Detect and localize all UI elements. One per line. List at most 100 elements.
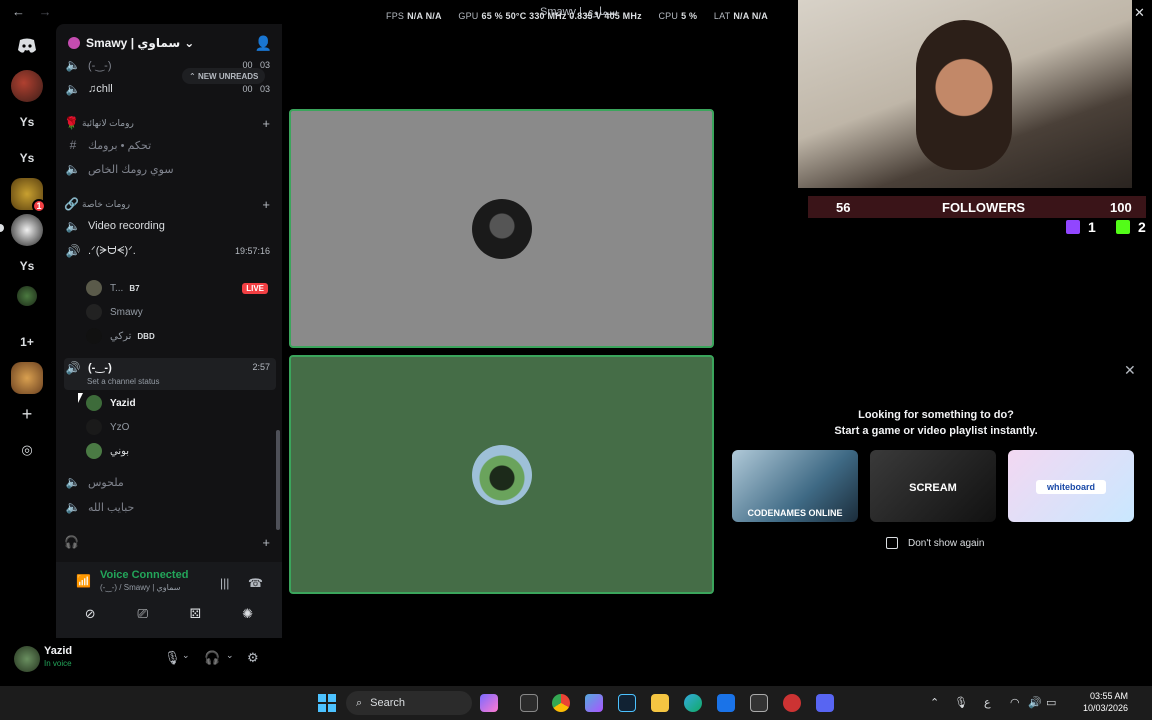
speaker-icon: 🔈 — [65, 82, 81, 96]
voice-user[interactable]: Smawy — [86, 301, 272, 323]
mention-badge: 1 — [32, 199, 46, 213]
voice-actions: ⊘ ⎚ ⚄ ✺ — [64, 602, 274, 628]
avatar — [86, 395, 102, 411]
taskbar-search[interactable]: ⌕ Search — [346, 691, 472, 715]
add-server-icon[interactable]: + — [11, 398, 43, 430]
voice-user-self[interactable]: Yazid — [86, 392, 272, 414]
sidebar-scrollbar[interactable] — [276, 430, 280, 530]
rose-icon: 🌹 — [64, 116, 79, 130]
discord-home-icon[interactable] — [11, 30, 43, 62]
link-icon: 🔗 — [64, 197, 79, 211]
language-indicator[interactable]: ع — [984, 696, 991, 709]
activities-icon[interactable]: ⚄ — [172, 602, 218, 626]
vscode-icon[interactable] — [618, 694, 636, 712]
chrome-icon[interactable] — [552, 694, 570, 712]
channel-name: (-‿-) — [88, 362, 112, 374]
voice-status[interactable]: Voice Connected — [100, 569, 188, 581]
headphones-icon[interactable]: 🎧 — [204, 650, 220, 666]
app-icon[interactable] — [480, 694, 498, 712]
app-icon[interactable] — [783, 694, 801, 712]
voice-channel[interactable]: 🔊 .ᐟ(ᗒᗨᗕ)ᐟ. 19:57:16 — [64, 240, 276, 262]
participant-tile[interactable] — [289, 355, 714, 594]
noise-suppression-icon[interactable]: ||| — [220, 576, 229, 590]
activity-card-whiteboard[interactable]: whiteboard — [1008, 450, 1134, 522]
user-name[interactable]: Yazid — [44, 645, 72, 657]
wifi-icon[interactable]: ◠ — [1010, 696, 1020, 709]
close-icon[interactable]: ✕ — [1134, 5, 1145, 21]
add-channel-icon[interactable]: + — [262, 197, 270, 212]
activity-card-scream[interactable]: SCREAM — [870, 450, 996, 522]
category-header[interactable]: 🔗 رومات خاصة + — [64, 196, 276, 212]
speaker-icon: 🔈 — [65, 475, 81, 489]
voice-channel[interactable]: 🔈 حبايب الله — [64, 496, 276, 518]
add-channel-icon[interactable]: + — [262, 535, 270, 550]
category-name: رومات خاصة — [82, 198, 131, 209]
checkbox[interactable] — [886, 537, 898, 549]
category-header[interactable]: 🌹 رومات لانهائية + — [64, 115, 276, 131]
channel-name: Video recording — [88, 220, 165, 232]
invite-icon[interactable]: 👤 — [255, 35, 272, 52]
activity-title: Looking for something to do? — [858, 409, 1014, 421]
outlook-icon[interactable] — [717, 694, 735, 712]
server-icon[interactable] — [11, 70, 43, 102]
store-icon[interactable] — [750, 694, 768, 712]
voice-channel[interactable]: 🔈 ملحوس — [64, 471, 276, 493]
server-icon[interactable]: 1+ — [11, 326, 43, 358]
participant-tile[interactable] — [289, 109, 714, 348]
windows-start-icon[interactable] — [318, 694, 336, 712]
edge-icon[interactable] — [684, 694, 702, 712]
voice-channel[interactable]: 🔈 سوي رومك الخاص — [64, 158, 276, 180]
server-icon[interactable] — [11, 214, 43, 246]
mouse-cursor — [78, 393, 83, 403]
taskbar-clock[interactable]: 03:55 AM 10/03/2026 — [1068, 690, 1128, 714]
voice-channel[interactable]: 🔈 Video recording — [64, 215, 276, 237]
disconnect-icon[interactable]: ☎ — [248, 576, 263, 590]
server-icon[interactable]: Ys — [11, 106, 43, 138]
user-status: In voice — [44, 659, 72, 668]
dont-show-again[interactable]: Don't show again — [886, 537, 984, 549]
voice-user[interactable]: T... B7 LIVE — [86, 277, 272, 299]
text-channel[interactable]: # تحكم • برومك — [64, 134, 276, 156]
screen-share-icon[interactable]: ⎚ — [120, 602, 166, 626]
channel-count: 00 03 — [242, 84, 270, 94]
activity-subtitle: Start a game or video playlist instantly… — [834, 425, 1038, 437]
voice-user[interactable]: YzO — [86, 416, 272, 438]
microphone-icon[interactable]: 🎙 — [164, 650, 181, 666]
category-header[interactable]: 🎧 + — [64, 534, 276, 550]
close-icon[interactable]: ✕ — [1124, 362, 1136, 379]
server-icon[interactable] — [11, 362, 43, 394]
followers-goal: 100 — [1110, 200, 1132, 215]
add-channel-icon[interactable]: + — [262, 116, 270, 131]
server-name: Smawy | سماوي — [86, 36, 181, 50]
twitch-count: 1 — [1066, 219, 1096, 235]
avatar[interactable] — [14, 646, 40, 672]
server-icon[interactable]: Ys — [11, 142, 43, 174]
server-icon[interactable]: 1 — [11, 178, 46, 213]
copilot-icon[interactable] — [585, 694, 603, 712]
chevron-up-icon[interactable]: ⌃ — [930, 696, 939, 709]
task-view-icon[interactable] — [520, 694, 538, 712]
file-explorer-icon[interactable] — [651, 694, 669, 712]
speaker-active-icon: 🔊 — [65, 244, 81, 258]
forward-icon[interactable]: → — [39, 4, 52, 19]
voice-channel-path[interactable]: (-‿-) / Smawy | سماوي — [100, 583, 180, 592]
camera-off-icon[interactable]: ⊘ — [67, 602, 113, 626]
microphone-icon[interactable]: 🎙 — [954, 696, 968, 709]
server-icon[interactable]: Ys — [11, 250, 43, 282]
soundboard-icon[interactable]: ✺ — [225, 602, 271, 626]
settings-gear-icon[interactable]: ⚙ — [247, 650, 259, 666]
back-icon[interactable]: ← — [12, 4, 25, 19]
voice-channel[interactable]: 🔈 ♫chll 00 03 — [64, 78, 276, 100]
chevron-down-icon[interactable]: ⌄ — [226, 650, 234, 661]
avatar — [86, 443, 102, 459]
chevron-down-icon[interactable]: ⌄ — [182, 650, 190, 661]
battery-icon[interactable]: ▭ — [1046, 696, 1056, 709]
set-status-link[interactable]: Set a channel status — [87, 377, 160, 386]
discord-taskbar-icon[interactable] — [816, 694, 834, 712]
voice-user[interactable]: تركي DBD — [86, 325, 272, 347]
discover-icon[interactable]: ◎ — [11, 434, 43, 466]
activity-card-codenames[interactable]: CODENAMES ONLINE — [732, 450, 858, 522]
voice-user[interactable]: بوني — [86, 440, 272, 462]
volume-icon[interactable]: 🔊 — [1028, 696, 1042, 709]
server-icon[interactable] — [17, 286, 37, 306]
